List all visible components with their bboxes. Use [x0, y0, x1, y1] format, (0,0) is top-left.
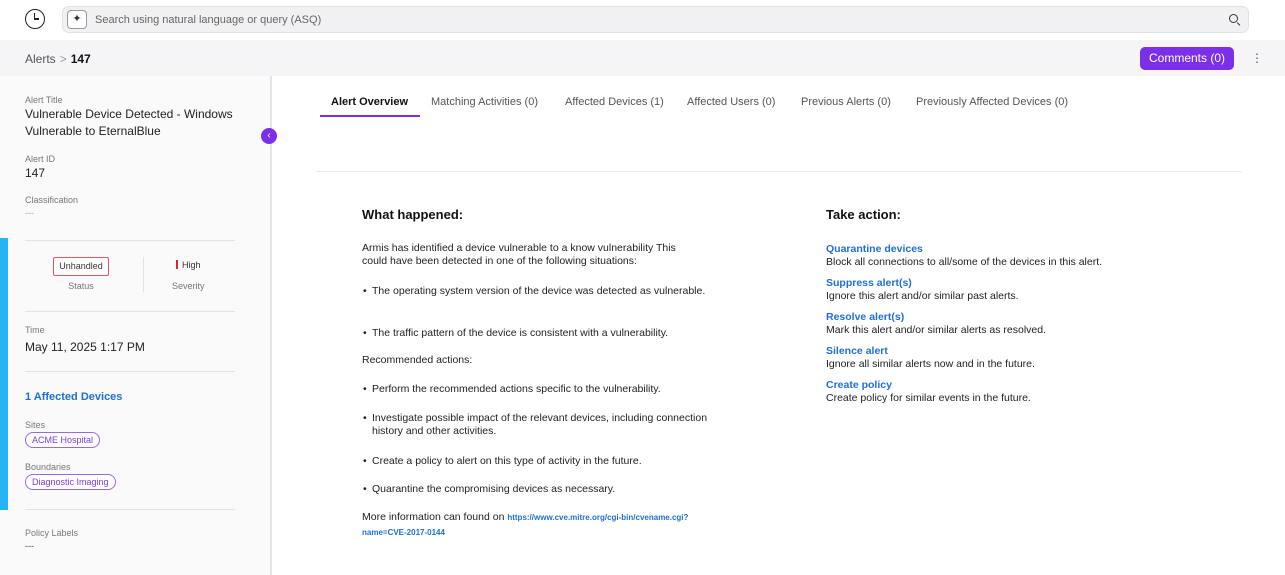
active-tab-indicator — [320, 115, 420, 117]
divider — [25, 240, 235, 241]
status-badge[interactable]: Unhandled — [53, 257, 109, 276]
tab-alert-overview[interactable]: Alert Overview — [331, 88, 408, 116]
situation-item: The operating system version of the devi… — [363, 285, 722, 298]
action-description: Ignore this alert and/or similar past al… — [826, 290, 1019, 302]
silence-alert-link[interactable]: Silence alert — [826, 345, 888, 357]
history-clock-icon[interactable] — [25, 9, 45, 29]
take-action-heading: Take action: — [826, 207, 901, 222]
search-icon[interactable] — [1229, 14, 1238, 23]
more-info-link-continued: name=CVE-2017-0144 — [362, 526, 445, 539]
recommended-item: Quarantine the compromising devices as n… — [363, 483, 722, 496]
time-label: Time — [25, 325, 45, 335]
divider — [25, 509, 235, 510]
sidebar-accent-bar — [0, 238, 8, 510]
divider — [25, 371, 235, 372]
breadcrumb-alerts-link[interactable]: Alerts — [25, 52, 56, 66]
create-policy-link[interactable]: Create policy — [826, 379, 892, 391]
severity-value: High — [176, 260, 201, 270]
collapse-sidebar-icon[interactable]: ‹ — [261, 128, 277, 144]
boundary-tag[interactable]: Diagnostic Imaging — [25, 474, 116, 490]
classification-value: --- — [25, 208, 34, 218]
tab-previously-affected-devices[interactable]: Previously Affected Devices (0) — [916, 88, 1068, 116]
content-divider — [316, 171, 1242, 172]
more-info-prefix: More information can found on — [362, 511, 505, 523]
boundaries-label: Boundaries — [25, 462, 71, 472]
alert-title-line1: Vulnerable Device Detected - Windows — [25, 107, 233, 121]
situation-item: The traffic pattern of the device is con… — [363, 327, 722, 340]
more-info-text: More information can found on https://ww… — [362, 511, 688, 524]
resolve-alerts-link[interactable]: Resolve alert(s) — [826, 311, 904, 323]
severity-text: High — [182, 260, 201, 270]
more-options-icon[interactable]: ⋮ — [1251, 51, 1263, 65]
top-bar: ✦ — [0, 0, 1285, 40]
intro-line-1: Armis has identified a device vulnerable… — [362, 242, 676, 254]
sites-label: Sites — [25, 420, 46, 430]
alert-id-value: 147 — [25, 166, 46, 180]
breadcrumb-current: 147 — [70, 52, 91, 66]
policy-labels-value: --- — [25, 541, 34, 551]
policy-labels-label: Policy Labels — [25, 528, 79, 538]
severity-label: Severity — [172, 281, 205, 291]
search-bar[interactable]: ✦ — [62, 6, 1249, 33]
suppress-alerts-link[interactable]: Suppress alert(s) — [826, 277, 912, 289]
search-input[interactable] — [95, 11, 1195, 29]
recommended-item: Perform the recommended actions specific… — [363, 383, 722, 396]
status-label: Status — [68, 281, 94, 291]
action-description: Ignore all similar alerts now and in the… — [826, 358, 1035, 370]
action-description: Mark this alert and/or similar alerts as… — [826, 324, 1046, 336]
site-tag[interactable]: ACME Hospital — [25, 432, 101, 448]
recommended-item: Create a policy to alert on this type of… — [363, 455, 722, 468]
divider — [25, 311, 235, 312]
recommended-item: Investigate possible impact of the relev… — [363, 412, 722, 438]
severity-high-icon — [176, 260, 178, 269]
classification-label: Classification — [25, 195, 79, 205]
comments-button[interactable]: Comments (0) — [1140, 47, 1234, 70]
tab-matching-activities[interactable]: Matching Activities (0) — [431, 88, 538, 116]
time-value: May 11, 2025 1:17 PM — [25, 340, 145, 354]
alert-title-line2: Vulnerable to EternalBlue — [25, 124, 161, 138]
status-severity-divider — [143, 257, 144, 292]
chevron-right-icon: > — [59, 52, 67, 66]
alert-title-label: Alert Title — [25, 95, 63, 105]
intro-line-2: could have been detected in one of the f… — [362, 255, 637, 267]
breadcrumb-row: Alerts >147 Comments (0) ⋮ — [0, 40, 1285, 76]
tab-previous-alerts[interactable]: Previous Alerts (0) — [801, 88, 891, 116]
action-description: Block all connections to all/some of the… — [826, 256, 1103, 268]
affected-devices-link[interactable]: 1 Affected Devices — [25, 391, 122, 403]
tab-affected-users[interactable]: Affected Users (0) — [687, 88, 775, 116]
quarantine-devices-link[interactable]: Quarantine devices — [826, 243, 923, 255]
tab-affected-devices[interactable]: Affected Devices (1) — [565, 88, 664, 116]
cve-link-continued[interactable]: name=CVE-2017-0144 — [362, 528, 445, 537]
breadcrumb: Alerts >147 — [25, 52, 91, 66]
action-description: Create policy for similar events in the … — [826, 392, 1031, 404]
alert-id-label: Alert ID — [25, 154, 56, 164]
cve-link[interactable]: https://www.cve.mitre.org/cgi-bin/cvenam… — [507, 513, 688, 522]
ai-sparkle-icon[interactable]: ✦ — [67, 10, 87, 29]
recommended-actions-heading: Recommended actions: — [362, 354, 473, 366]
what-happened-heading: What happened: — [362, 207, 464, 222]
